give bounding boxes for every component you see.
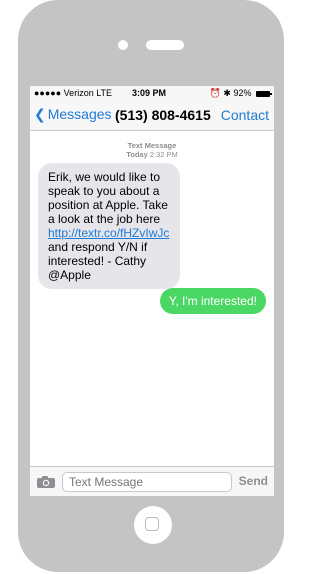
message-date: Today 2:32 PM	[126, 150, 178, 159]
camera-icon[interactable]	[36, 475, 56, 489]
status-time: 3:09 PM	[132, 88, 167, 98]
navigation-bar: ❮ Messages (513) 808-4615 Contact	[30, 100, 274, 131]
incoming-message-bubble[interactable]: Erik, we would like to speak to you abou…	[38, 163, 180, 289]
home-square-icon	[145, 517, 159, 531]
home-button[interactable]	[134, 506, 172, 544]
battery-icon	[256, 90, 272, 97]
message-timestamp: Text Message Today 2:32 PM	[30, 141, 274, 159]
compose-bar: Send	[30, 466, 274, 496]
contact-button[interactable]: Contact	[221, 107, 269, 123]
incoming-message-text: Erik, we would like to speak to you abou…	[48, 170, 168, 226]
status-right: ⏰ ✱ 92%	[209, 88, 272, 99]
battery-percent: 92%	[233, 88, 252, 98]
outgoing-message-text: Y, I'm interested!	[168, 294, 257, 308]
incoming-message-text-end: and respond Y/N if interested! - Cathy @…	[48, 240, 148, 282]
earpiece-speaker	[146, 40, 184, 50]
chevron-left-icon: ❮	[34, 106, 46, 122]
message-type-label: Text Message	[127, 141, 177, 150]
front-camera	[118, 40, 128, 50]
message-input[interactable]	[62, 472, 232, 492]
screen: ●●●●● Verizon LTE 3:09 PM ⏰ ✱ 92% ❮ Messa…	[30, 86, 274, 496]
alarm-icon: ⏰	[209, 88, 221, 98]
back-label: Messages	[47, 106, 112, 122]
status-bar: ●●●●● Verizon LTE 3:09 PM ⏰ ✱ 92%	[30, 86, 274, 100]
outgoing-message-bubble[interactable]: Y, I'm interested!	[159, 288, 266, 314]
bluetooth-icon: ✱	[223, 88, 231, 98]
carrier-signal: ●●●●● Verizon LTE	[34, 88, 113, 98]
conversation-title: (513) 808-4615	[115, 107, 211, 123]
job-link[interactable]: http://textr.co/fHZvIwJc	[48, 226, 169, 240]
message-thread[interactable]: Text Message Today 2:32 PM Erik, we woul…	[30, 131, 274, 449]
send-button[interactable]: Send	[239, 474, 268, 488]
back-button[interactable]: ❮ Messages	[34, 106, 112, 123]
